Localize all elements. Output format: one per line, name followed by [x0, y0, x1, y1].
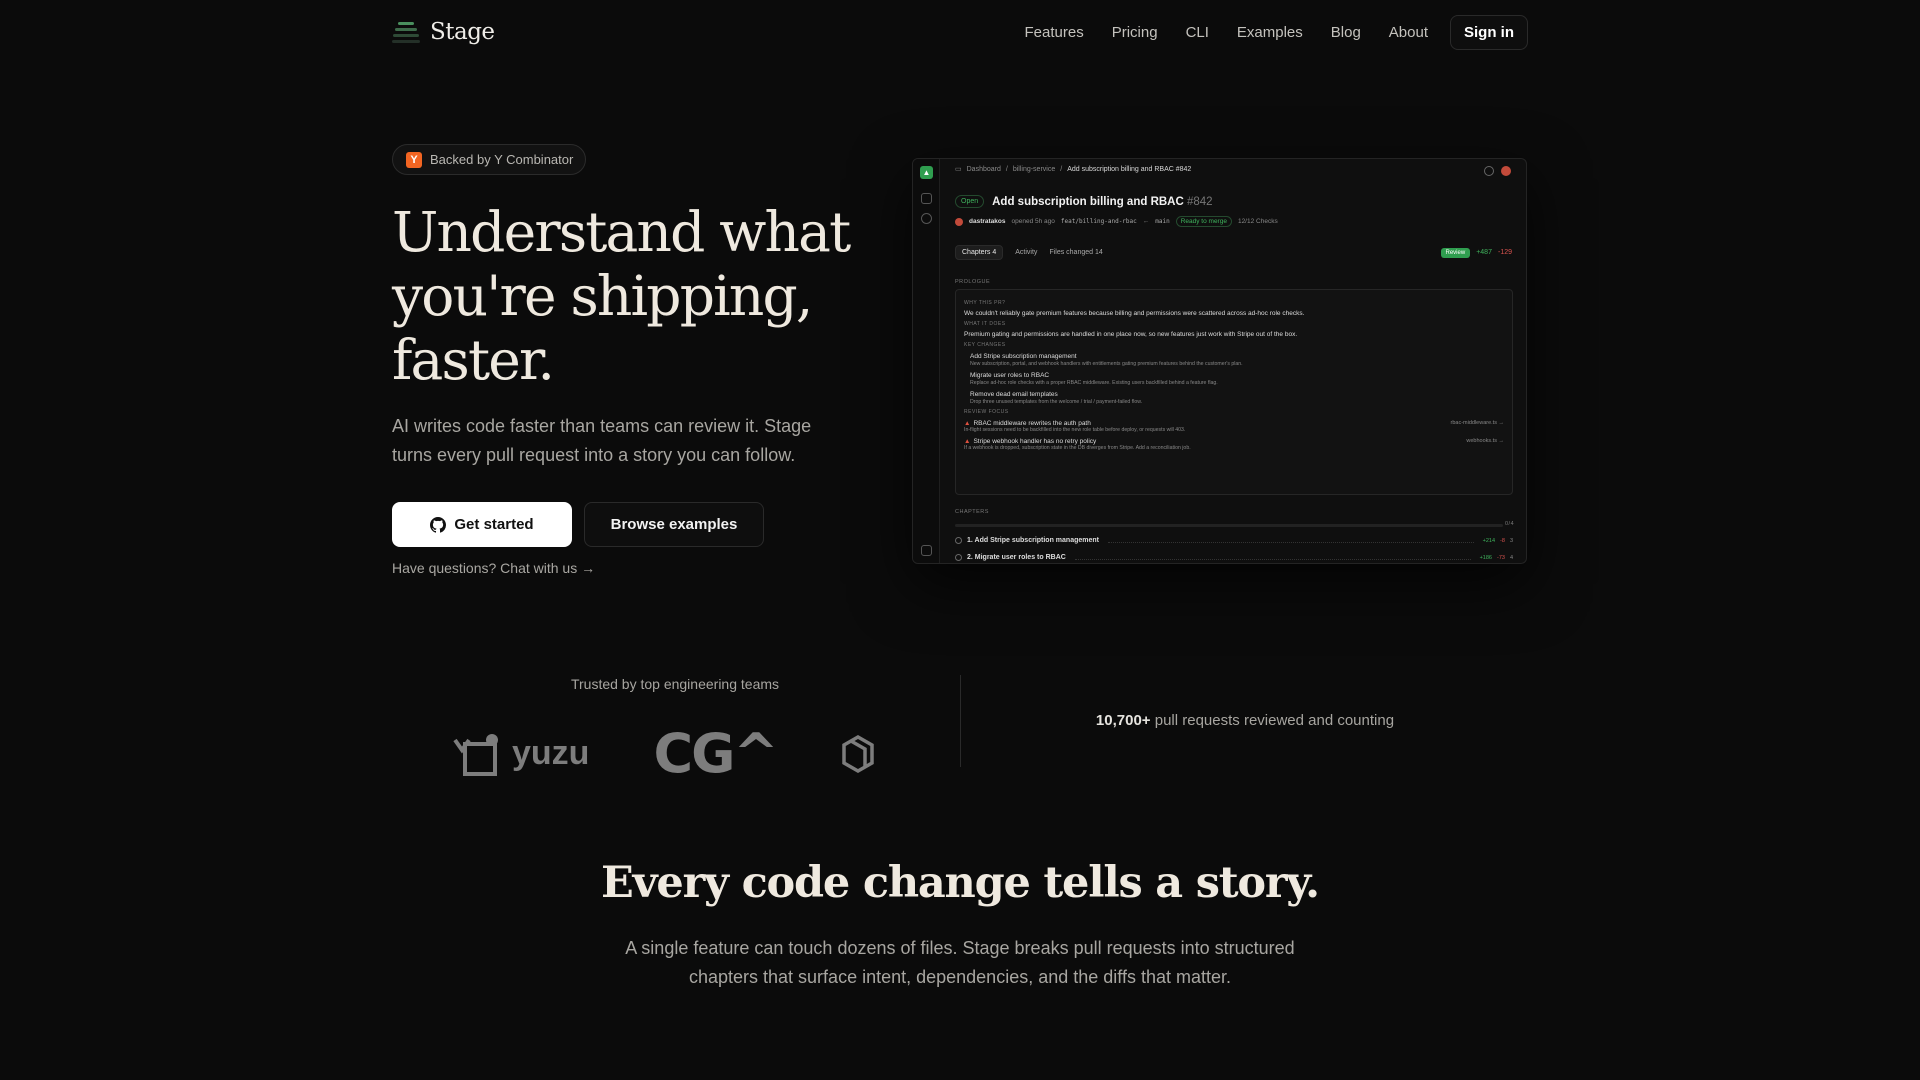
nav-link-cli[interactable]: CLI: [1172, 24, 1223, 41]
top-nav: Stage Features Pricing CLI Examples Blog…: [392, 14, 1528, 50]
warning-icon: ▲: [964, 438, 971, 445]
what-text: Premium gating and permissions are handl…: [964, 331, 1298, 338]
prologue-panel: WHY THIS PR? We couldn't reliably gate p…: [955, 289, 1513, 495]
nav-link-examples[interactable]: Examples: [1223, 24, 1317, 41]
key-change-item: Add Stripe subscription management New su…: [970, 353, 1243, 367]
pr-tabs: Chapters 4 Activity Files changed 14 Rev…: [955, 245, 1512, 260]
pr-status-badge: Open: [955, 195, 985, 208]
author-avatar: [955, 217, 963, 226]
nav-links: Features Pricing CLI Examples Blog About…: [1011, 14, 1528, 50]
pr-title: Add subscription billing and RBAC #842: [992, 195, 1213, 208]
pr-count: 10,700+ pull requests reviewed and count…: [1095, 712, 1395, 729]
warning-icon: ▲: [964, 420, 971, 427]
pr-opened: opened 5h ago: [1011, 218, 1055, 225]
theme-icon: [1484, 166, 1494, 176]
why-label: WHY THIS PR?: [964, 300, 1006, 306]
hero-title: Understand what you're shipping, faster.: [392, 200, 851, 392]
nav-link-pricing[interactable]: Pricing: [1098, 24, 1172, 41]
yuzu-logo: yuzu: [452, 732, 589, 776]
crumb-repo: billing-service: [1012, 165, 1056, 173]
stage-logo-icon: [392, 22, 420, 43]
divider: [960, 675, 961, 767]
diff-summary: Review +487 -129: [1440, 247, 1512, 258]
pr-author: dastratakos: [969, 218, 1006, 225]
merge-status: Ready to merge: [1175, 216, 1232, 227]
review-focus-label: REVIEW FOCUS: [964, 409, 1009, 415]
yc-badge: Y Backed by Y Combinator: [392, 144, 587, 175]
chapters-progress: 0/4: [1505, 521, 1515, 527]
panel-icon: [921, 545, 932, 556]
yuzu-wordmark: yuzu: [512, 734, 590, 772]
tab-activity: Activity: [1015, 249, 1038, 256]
prologue-label: PROLOGUE: [955, 279, 991, 285]
deletions: -129: [1497, 249, 1512, 256]
key-change-item: Remove dead email templates Drop three un…: [970, 391, 1143, 405]
chapter-status-icon: [955, 554, 962, 561]
branch-to: main: [1155, 218, 1170, 225]
home-icon: [921, 193, 932, 204]
chapter-row: 2. Migrate user roles to RBAC +186 -73 4: [955, 554, 1513, 561]
preview-breadcrumb: ▭ Dashboard / billing-service / Add subscr…: [955, 165, 1192, 174]
pr-meta: dastratakos opened 5h ago feat/billing-a…: [955, 216, 1278, 227]
folder-icon: ▭: [955, 166, 962, 173]
preview-sidebar: ▲: [913, 159, 940, 563]
chapter-row: 1. Add Stripe subscription management +2…: [955, 537, 1513, 544]
checks-status: 12/12 Checks: [1237, 218, 1278, 225]
yuzu-mark-icon: [453, 733, 498, 776]
chapters-label: CHAPTERS: [955, 509, 989, 515]
key-change-item: Migrate user roles to RBAC Replace ad-hoc…: [970, 372, 1218, 386]
review-button: Review: [1440, 247, 1471, 258]
section-subtitle: A single feature can touch dozens of fil…: [625, 938, 1295, 987]
yc-logo-icon: Y: [406, 151, 422, 168]
browse-examples-button[interactable]: Browse examples: [584, 502, 764, 547]
sign-in-button[interactable]: Sign in: [1450, 14, 1528, 50]
nav-link-features[interactable]: Features: [1011, 24, 1098, 41]
brand-name: Stage: [430, 19, 495, 45]
additions: +487: [1476, 249, 1492, 256]
cg-logo: CG^: [653, 722, 778, 785]
customer-logos: yuzu CG^: [452, 722, 875, 785]
focus-item: ▲ Stripe webhook handler has no retry pol…: [964, 438, 1504, 451]
nav-link-blog[interactable]: Blog: [1317, 24, 1375, 41]
chapter-status-icon: [955, 537, 962, 544]
why-text: We couldn't reliably gate premium featur…: [964, 310, 1305, 317]
tab-chapters: Chapters 4: [955, 245, 1004, 260]
key-changes-label: KEY CHANGES: [964, 342, 1006, 348]
brand[interactable]: Stage: [392, 19, 495, 45]
badge-text: Backed by Y Combinator: [430, 152, 574, 167]
get-started-button[interactable]: Get started: [392, 502, 572, 547]
chat-link[interactable]: Have questions? Chat with us →: [392, 560, 595, 576]
cube-logo-icon: [841, 734, 874, 773]
arrow-left-icon: ←: [1142, 218, 1150, 225]
product-preview: ▲ ▭ Dashboard / billing-service / Add subs…: [912, 158, 1527, 564]
crumb-pr: Add subscription billing and RBAC #842: [1067, 165, 1192, 173]
nav-link-about[interactable]: About: [1375, 24, 1442, 41]
github-icon: [430, 516, 447, 533]
what-label: WHAT IT DOES: [964, 321, 1006, 327]
pr-header: Open Add subscription billing and RBAC #…: [955, 195, 1213, 208]
hero-subtitle: AI writes code faster than teams can rev…: [392, 416, 812, 465]
branch-from: feat/billing-and-rbac: [1060, 218, 1137, 225]
chapters-progress-bar: [955, 524, 1503, 527]
preview-app-logo-icon: ▲: [920, 166, 933, 179]
crumb-dashboard: Dashboard: [966, 165, 1001, 173]
section-title: Every code change tells a story.: [601, 858, 1320, 908]
trusted-label: Trusted by top engineering teams: [570, 676, 780, 692]
settings-icon: [921, 213, 932, 224]
tab-files-changed: Files changed 14: [1049, 249, 1103, 256]
focus-item: ▲ RBAC middleware rewrites the auth path I…: [964, 420, 1504, 433]
get-started-label: Get started: [454, 516, 534, 533]
user-avatar: [1501, 166, 1511, 176]
